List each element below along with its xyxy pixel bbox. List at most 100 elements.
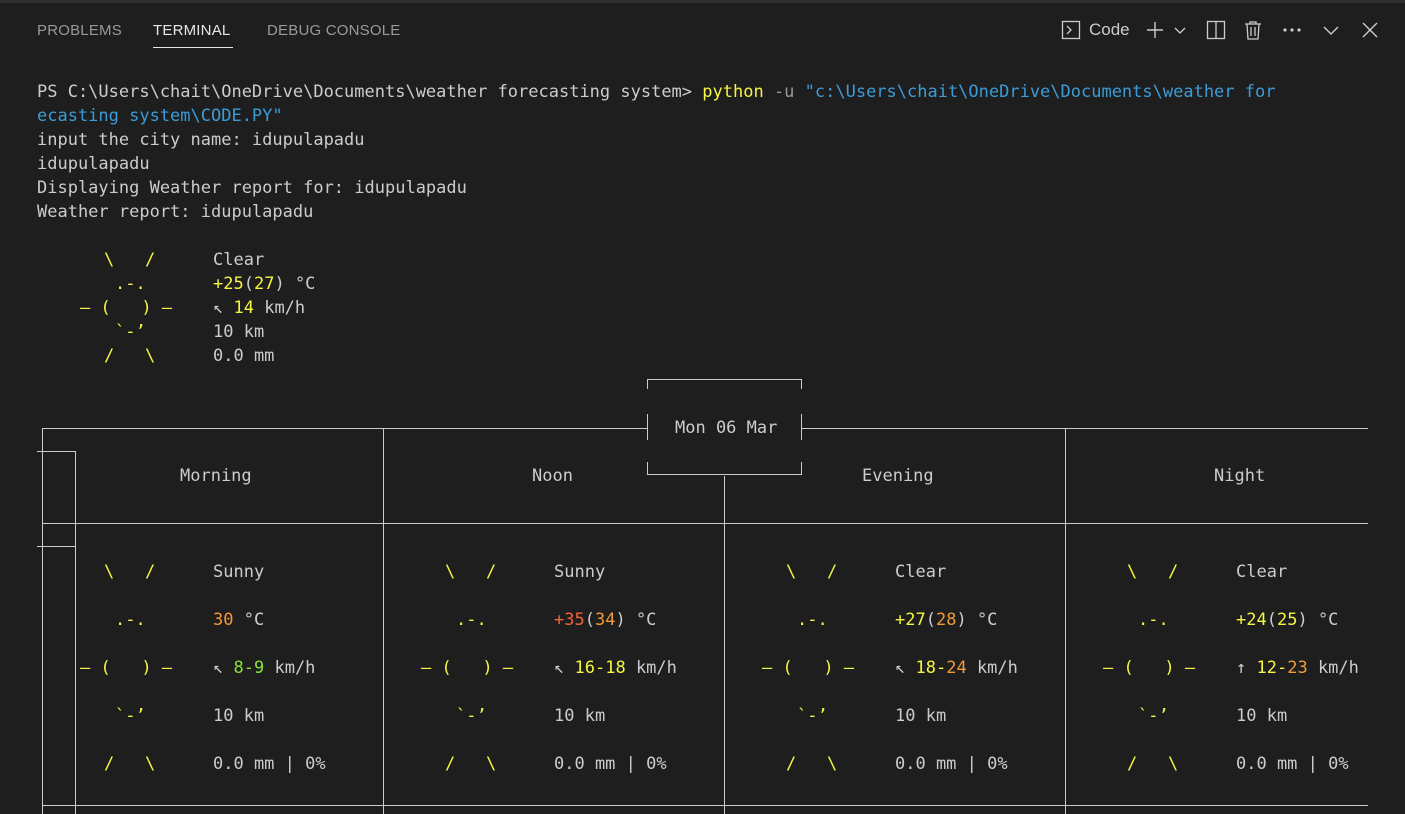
sun-art-line: / \ [786, 754, 838, 774]
period-visibility: 10 km [213, 704, 264, 728]
temp-value: +35 [554, 610, 585, 630]
sun-art-line: `-’ [1138, 706, 1169, 726]
launch-profile-dropdown[interactable] [1172, 18, 1188, 42]
sun-art-line: `-’ [115, 706, 146, 726]
active-tab-indicator [153, 47, 233, 48]
temp-unit: °C [625, 610, 657, 630]
precip-text: 0.0 mm | 0% [1236, 754, 1349, 774]
current-condition: Clear [213, 250, 265, 270]
period-visibility: 10 km [554, 704, 605, 728]
period-temperature: 30 °C [213, 608, 264, 632]
period-condition: Clear [895, 560, 946, 584]
temp-unit: °C [284, 274, 316, 294]
tab-problems[interactable]: PROBLEMS [37, 22, 122, 39]
wind-high: 24 [946, 658, 967, 678]
sun-art-line: ― ( ) ― [80, 658, 173, 678]
panel-border [0, 0, 1405, 3]
visibility-text: 10 km [1236, 706, 1288, 726]
tab-terminal[interactable]: TERMINAL [153, 22, 230, 39]
output-line: input the city name: idupulapadu [37, 130, 365, 150]
script-path: "c:\Users\chait\OneDrive\Documents\weath… [804, 82, 1276, 102]
period-header-night: Night [1214, 466, 1266, 486]
command-line: PS C:\Users\chait\OneDrive\Documents\wea… [37, 80, 1275, 104]
split-terminal-button[interactable] [1205, 18, 1227, 42]
tab-debug-console[interactable]: DEBUG CONSOLE [267, 22, 400, 39]
sun-art-line: ― ( ) ― [421, 658, 514, 678]
wind-unit: km/h [1307, 658, 1359, 678]
period-header-noon: Noon [532, 466, 573, 486]
sun-art-line: `-’ [797, 706, 828, 726]
trash-icon [1244, 20, 1262, 40]
feels-like-value: 28 [935, 610, 957, 630]
terminal-shell-button[interactable]: Code [1061, 18, 1133, 42]
ellipsis-icon [1282, 27, 1302, 33]
condition-text: Clear [895, 562, 947, 582]
temp-value: +27 [895, 610, 926, 630]
command-flag: -u [763, 82, 805, 102]
visibility-text: 10 km [895, 706, 947, 726]
sun-art-line: `-’ [115, 322, 146, 342]
sun-art-line: / \ [104, 346, 156, 366]
current-wind: ↖ 14 km/h [213, 296, 305, 320]
sun-art-line: \ / [445, 562, 497, 582]
sun-art-line: ― ( ) ― [80, 298, 173, 318]
sun-art-line: ― ( ) ― [762, 658, 855, 678]
plus-icon [1146, 21, 1164, 39]
period-wind: ↖ 8-9 km/h [213, 658, 316, 678]
period-condition: Clear [1236, 560, 1287, 584]
period-wind: ↖ 16-18 km/h [554, 658, 677, 678]
wind-arrow: ↖ [213, 658, 234, 678]
output-line: Displaying Weather report for: idupulapa… [37, 178, 467, 198]
close-icon [1362, 22, 1378, 38]
more-actions-button[interactable] [1281, 18, 1303, 42]
split-icon [1206, 20, 1226, 40]
temp-value: +25 [213, 274, 244, 294]
wind-unit: km/h [253, 298, 306, 318]
sun-art-line: / \ [1127, 754, 1179, 774]
period-header-morning: Morning [180, 466, 252, 486]
chevron-down-icon [1174, 24, 1186, 36]
precip-text: 0.0 mm | 0% [554, 754, 667, 774]
sun-art-line: / \ [445, 754, 497, 774]
sun-art-line: `-’ [456, 706, 487, 726]
sun-art-line: .-. [115, 274, 146, 294]
new-terminal-button[interactable] [1145, 18, 1165, 42]
period-visibility: 10 km [1236, 704, 1287, 728]
period-condition: Sunny [213, 560, 264, 584]
period-precipitation: 0.0 mm | 0% [213, 752, 326, 776]
sun-art-line: .-. [115, 610, 146, 630]
close-panel-button[interactable] [1361, 18, 1379, 42]
wind-low: 16 [574, 658, 595, 678]
feels-like-value: 27 [253, 274, 275, 294]
sun-art-line: \ / [1127, 562, 1179, 582]
temp-value: +24 [1236, 610, 1267, 630]
wind-unit: km/h [966, 658, 1018, 678]
temp-unit: °C [1307, 610, 1339, 630]
period-precipitation: 0.0 mm | 0% [895, 752, 1008, 776]
sun-art-line: ― ( ) ― [1103, 658, 1196, 678]
kill-terminal-button[interactable] [1242, 18, 1264, 42]
feels-like-value: 34 [594, 610, 616, 630]
maximize-panel-button[interactable] [1321, 18, 1341, 42]
chevron-down-icon [1323, 22, 1339, 38]
wind-speed: 14 [233, 298, 254, 318]
wind-unit: km/h [264, 658, 316, 678]
period-header-evening: Evening [862, 466, 934, 486]
wind-high: 23 [1287, 658, 1308, 678]
condition-text: Clear [1236, 562, 1288, 582]
period-visibility: 10 km [895, 704, 946, 728]
wind-low: 12 [1256, 658, 1277, 678]
condition-text: Sunny [554, 562, 606, 582]
period-precipitation: 0.0 mm | 0% [1236, 752, 1349, 776]
period-wind: ↖ 18-24 km/h [895, 658, 1018, 678]
temp-unit: °C [233, 610, 265, 630]
period-temperature: +35(34) °C [554, 610, 657, 630]
period-temperature: +24(25) °C [1236, 610, 1339, 630]
wind-low: 18 [915, 658, 936, 678]
period-wind: ↑ 12-23 km/h [1236, 658, 1359, 678]
sun-art-line: .-. [797, 610, 828, 630]
current-visibility: 10 km [213, 322, 265, 342]
temp-unit: °C [966, 610, 998, 630]
current-precipitation: 0.0 mm [213, 346, 275, 366]
feels-like-value: 25 [1276, 610, 1298, 630]
